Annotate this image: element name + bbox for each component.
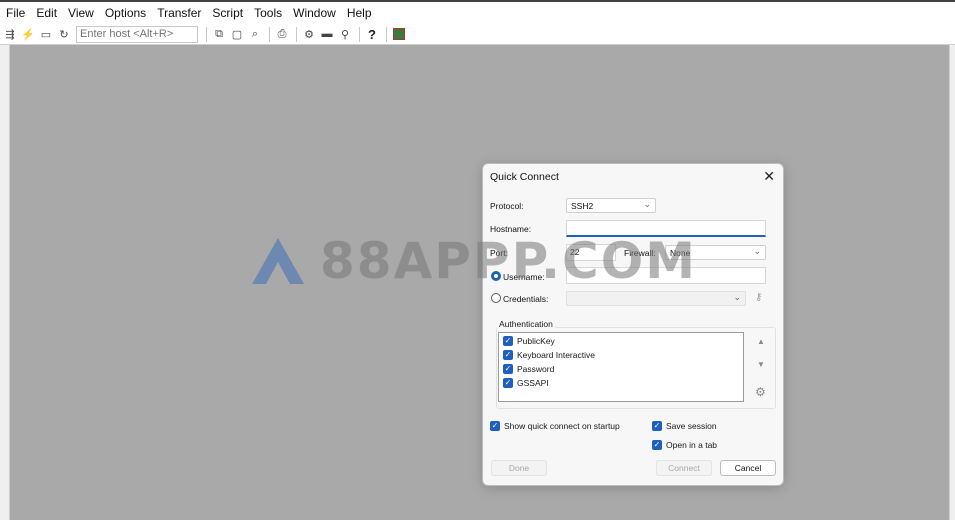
script-icon[interactable] bbox=[393, 28, 405, 40]
menu-file[interactable]: File bbox=[5, 4, 26, 22]
toolbar-divider bbox=[386, 26, 387, 42]
session-manager-tab[interactable] bbox=[0, 45, 10, 520]
chevron-down-icon: ⌄ bbox=[733, 292, 741, 302]
settings-icon[interactable]: ⚙ bbox=[301, 26, 317, 42]
print-icon[interactable]: ⎙ bbox=[274, 26, 290, 42]
auth-method-label: PublicKey bbox=[517, 336, 555, 346]
list-item[interactable]: ✓ Keyboard Interactive bbox=[503, 350, 595, 360]
quick-connect-dialog: Quick Connect ✕ Protocol: SSH2 ⌄ Hostnam… bbox=[482, 163, 784, 486]
hostname-field[interactable] bbox=[566, 220, 766, 237]
done-button[interactable]: Done bbox=[491, 460, 547, 476]
watermark-logo-icon bbox=[252, 238, 304, 284]
toolbar-divider bbox=[269, 26, 270, 42]
move-up-icon[interactable]: ▲ bbox=[757, 337, 765, 346]
move-down-icon[interactable]: ▼ bbox=[757, 360, 765, 369]
menu-options[interactable]: Options bbox=[104, 4, 147, 22]
cancel-button[interactable]: Cancel bbox=[720, 460, 776, 476]
find-icon[interactable]: ⌕ bbox=[247, 26, 263, 42]
toolbar-divider bbox=[296, 26, 297, 42]
auth-method-label: Keyboard Interactive bbox=[517, 350, 595, 360]
list-item[interactable]: ✓ GSSAPI bbox=[503, 378, 549, 388]
command-manager-tab[interactable] bbox=[949, 45, 955, 520]
protocol-label: Protocol: bbox=[490, 201, 524, 211]
host-input[interactable] bbox=[76, 25, 198, 43]
menu-bar: File Edit View Options Transfer Script T… bbox=[0, 0, 955, 24]
connect-icon[interactable]: ⇶ bbox=[2, 26, 18, 42]
port-label: Port: bbox=[490, 248, 508, 258]
connect-button[interactable]: Connect bbox=[656, 460, 712, 476]
firewall-select[interactable]: None ⌄ bbox=[665, 245, 766, 260]
username-field[interactable] bbox=[566, 267, 766, 284]
checkbox-checked-icon[interactable]: ✓ bbox=[490, 421, 500, 431]
menu-transfer[interactable]: Transfer bbox=[156, 4, 202, 22]
credentials-label: Credentials: bbox=[503, 294, 549, 304]
credentials-select[interactable]: ⌄ bbox=[566, 291, 746, 306]
firewall-label: Firewall: bbox=[624, 248, 656, 258]
protocol-select[interactable]: SSH2 ⌄ bbox=[566, 198, 656, 213]
auth-method-label: Password bbox=[517, 364, 555, 374]
checkbox-checked-icon[interactable]: ✓ bbox=[652, 421, 662, 431]
menu-view[interactable]: View bbox=[67, 4, 95, 22]
copy-icon[interactable]: ⧉ bbox=[211, 26, 227, 42]
chevron-down-icon: ⌄ bbox=[753, 246, 761, 256]
connect-tab-icon[interactable]: ▭ bbox=[38, 26, 54, 42]
quick-connect-icon[interactable]: ⚡ bbox=[20, 26, 36, 42]
save-session-label: Save session bbox=[666, 421, 717, 431]
show-quick-connect-label: Show quick connect on startup bbox=[504, 421, 620, 431]
credentials-radio[interactable] bbox=[491, 293, 501, 303]
firewall-value: None bbox=[670, 248, 691, 258]
toolbar-divider bbox=[359, 26, 360, 42]
save-session-checkbox[interactable]: ✓ Save session bbox=[652, 421, 717, 431]
authentication-group-label: Authentication bbox=[497, 319, 555, 329]
key-icon[interactable]: ⚷ bbox=[755, 292, 762, 303]
open-in-tab-label: Open in a tab bbox=[666, 440, 718, 450]
auth-method-label: GSSAPI bbox=[517, 378, 549, 388]
checkbox-checked-icon[interactable]: ✓ bbox=[503, 378, 513, 388]
checkbox-checked-icon[interactable]: ✓ bbox=[503, 350, 513, 360]
paste-icon[interactable]: ▢ bbox=[229, 26, 245, 42]
show-quick-connect-checkbox[interactable]: ✓ Show quick connect on startup bbox=[490, 421, 620, 431]
open-in-tab-checkbox[interactable]: ✓ Open in a tab bbox=[652, 440, 717, 450]
hostname-label: Hostname: bbox=[490, 224, 532, 234]
gear-icon[interactable]: ⚙ bbox=[755, 385, 766, 399]
port-field[interactable]: 22 bbox=[566, 244, 616, 261]
menu-edit[interactable]: Edit bbox=[35, 4, 58, 22]
dialog-title: Quick Connect bbox=[490, 171, 559, 183]
sftp-icon[interactable]: ▬ bbox=[319, 26, 335, 42]
menu-help[interactable]: Help bbox=[346, 4, 373, 22]
chevron-down-icon: ⌄ bbox=[643, 199, 651, 209]
menu-script[interactable]: Script bbox=[211, 4, 244, 22]
list-item[interactable]: ✓ Password bbox=[503, 364, 554, 374]
username-radio[interactable] bbox=[491, 271, 501, 281]
toolbar: ⇶ ⚡ ▭ ↻ ⧉ ▢ ⌕ ⎙ ⚙ ▬ ⚲ ? bbox=[0, 24, 955, 45]
list-item[interactable]: ✓ PublicKey bbox=[503, 336, 555, 346]
authentication-list: ✓ PublicKey ✓ Keyboard Interactive ✓ Pas… bbox=[498, 332, 744, 402]
keymap-icon[interactable]: ⚲ bbox=[337, 26, 353, 42]
checkbox-checked-icon[interactable]: ✓ bbox=[503, 364, 513, 374]
checkbox-checked-icon[interactable]: ✓ bbox=[652, 440, 662, 450]
menu-tools[interactable]: Tools bbox=[253, 4, 283, 22]
close-icon[interactable]: ✕ bbox=[763, 168, 775, 185]
username-label: Username: bbox=[503, 272, 545, 282]
reconnect-icon[interactable]: ↻ bbox=[56, 26, 72, 42]
toolbar-divider bbox=[206, 26, 207, 42]
help-icon[interactable]: ? bbox=[364, 27, 380, 42]
protocol-value: SSH2 bbox=[571, 201, 594, 211]
checkbox-checked-icon[interactable]: ✓ bbox=[503, 336, 513, 346]
menu-window[interactable]: Window bbox=[292, 4, 337, 22]
